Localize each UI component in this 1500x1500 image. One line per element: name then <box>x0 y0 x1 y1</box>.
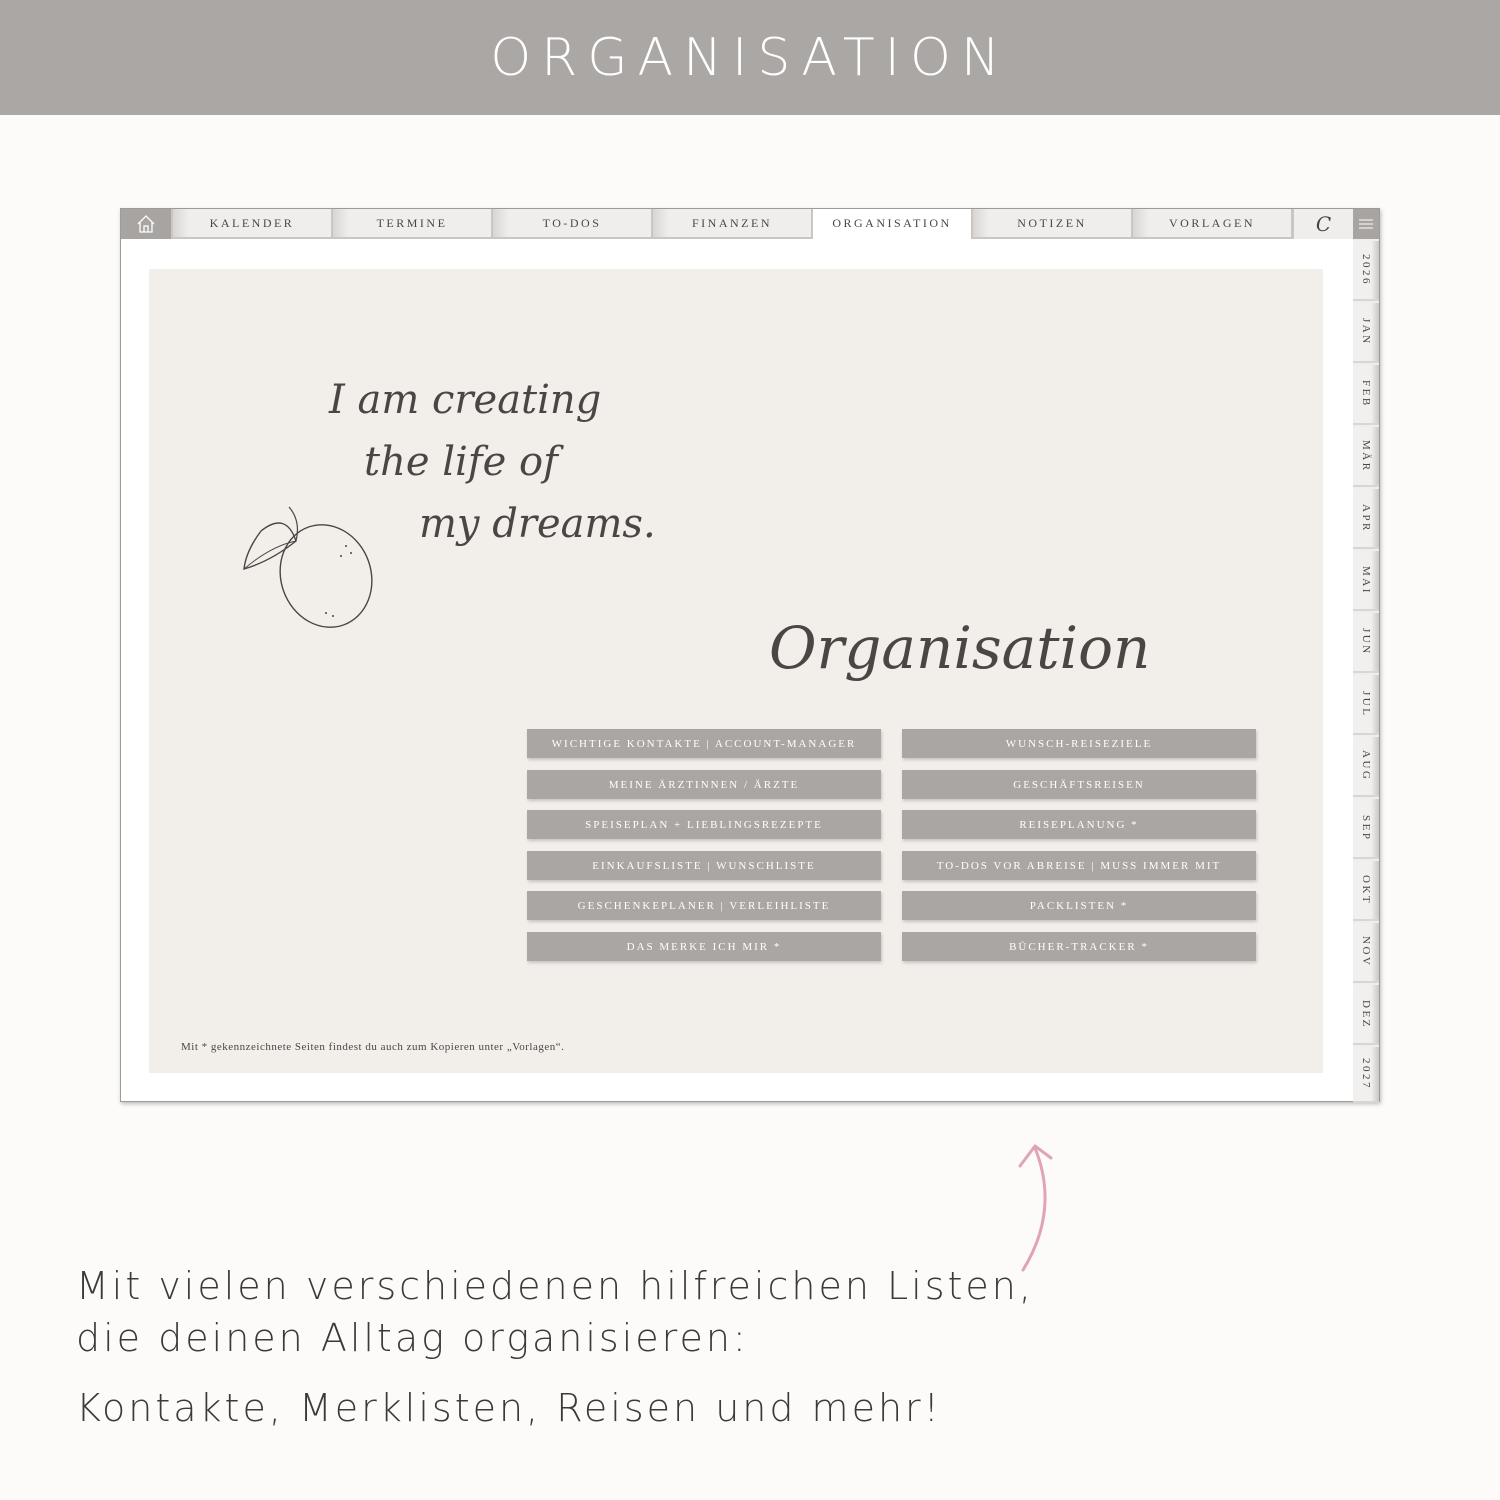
footnote: Mit * gekennzeichnete Seiten findest du … <box>181 1041 565 1053</box>
tab-organisation[interactable]: ORGANISATION <box>813 209 971 239</box>
button-buecher-tracker[interactable]: BÜCHER-TRACKER * <box>902 932 1256 961</box>
button-reiseziele[interactable]: WUNSCH-REISEZIELE <box>902 729 1256 758</box>
tab-vorlagen[interactable]: VORLAGEN <box>1133 209 1291 239</box>
button-todos-abreise[interactable]: TO-DOS VOR ABREISE | MUSS IMMER MIT <box>902 851 1256 880</box>
quote-line: I am creating <box>329 377 602 423</box>
side-tab-aug[interactable]: AUG <box>1353 737 1379 797</box>
button-speiseplan[interactable]: SPEISEPLAN + LIEBLINGSREZEPTE <box>527 810 881 839</box>
planner-screen: KALENDER TERMINE TO-DOS FINANZEN ORGANIS… <box>120 208 1380 1103</box>
button-geschaeftsreisen[interactable]: GESCHÄFTSREISEN <box>902 770 1256 799</box>
tab-finanzen[interactable]: FINANZEN <box>653 209 811 239</box>
hamburger-menu-icon <box>1359 219 1373 229</box>
side-tab-label: OKT <box>1360 874 1372 906</box>
side-tab-label: MAI <box>1360 565 1372 595</box>
side-tab-feb[interactable]: FEB <box>1353 365 1379 425</box>
tab-todos[interactable]: TO-DOS <box>493 209 651 239</box>
section-title: Organisation <box>769 614 1151 682</box>
banner-title: ORGANISATION <box>490 27 1010 88</box>
top-banner: ORGANISATION <box>0 0 1500 115</box>
side-tab-label: SEP <box>1360 814 1372 842</box>
caption-line-1: Mit vielen verschiedenen hilfreichen Lis… <box>76 1264 1034 1308</box>
side-tab-label: DEZ <box>1360 999 1372 1029</box>
lemon-illustration <box>243 506 373 628</box>
button-einkaufsliste[interactable]: EINKAUFSLISTE | WUNSCHLISTE <box>527 851 881 880</box>
button-merke-ich-mir[interactable]: DAS MERKE ICH MIR * <box>527 932 881 961</box>
side-tab-apr[interactable]: APR <box>1353 489 1379 549</box>
side-tab-label: JUN <box>1360 628 1372 656</box>
side-tab-jan[interactable]: JAN <box>1353 303 1379 363</box>
quote-line: the life of <box>364 439 558 485</box>
menu-tab[interactable] <box>1353 209 1379 239</box>
side-tab-label: NOV <box>1360 936 1372 968</box>
top-tab-bar: KALENDER TERMINE TO-DOS FINANZEN ORGANIS… <box>121 209 1353 239</box>
tab-termine[interactable]: TERMINE <box>333 209 491 239</box>
side-tab-label: 2026 <box>1360 254 1372 286</box>
side-tab-label: 2027 <box>1360 1058 1372 1090</box>
button-packlisten[interactable]: PACKLISTEN * <box>902 891 1256 920</box>
home-icon <box>137 215 155 233</box>
side-tab-label: JUL <box>1360 690 1372 718</box>
logo-tab[interactable]: C <box>1294 209 1353 239</box>
side-tab-bar: 2026 JAN FEB MÄR APR MAI JUN JUL AUG SEP… <box>1353 209 1379 1103</box>
side-tab-dez[interactable]: DEZ <box>1353 985 1379 1045</box>
button-kontakte[interactable]: WICHTIGE KONTAKTE | ACCOUNT-MANAGER <box>527 729 881 758</box>
logo-letter: C <box>1315 212 1332 236</box>
caption-line-2: die deinen Alltag organisieren: <box>76 1316 749 1360</box>
tab-kalender[interactable]: KALENDER <box>173 209 331 239</box>
home-tab[interactable] <box>121 209 171 239</box>
curved-arrow-icon <box>1018 1144 1053 1272</box>
button-reiseplanung[interactable]: REISEPLANUNG * <box>902 810 1256 839</box>
side-tab-2026[interactable]: 2026 <box>1353 241 1379 301</box>
side-tab-label: AUG <box>1360 750 1372 782</box>
side-tab-mai[interactable]: MAI <box>1353 551 1379 611</box>
side-tab-jun[interactable]: JUN <box>1353 613 1379 673</box>
side-tab-label: FEB <box>1360 380 1372 408</box>
content-area: I am creating the life of my dreams. Org… <box>149 269 1323 1073</box>
button-geschenkeplaner[interactable]: GESCHENKEPLANER | VERLEIHLISTE <box>527 891 881 920</box>
side-tab-sep[interactable]: SEP <box>1353 799 1379 859</box>
side-tab-nov[interactable]: NOV <box>1353 923 1379 983</box>
side-tab-maer[interactable]: MÄR <box>1353 427 1379 487</box>
side-tab-label: APR <box>1360 503 1372 533</box>
side-tab-jul[interactable]: JUL <box>1353 675 1379 735</box>
side-tab-2027[interactable]: 2027 <box>1353 1047 1379 1103</box>
button-aerzte[interactable]: MEINE ÄRZTINNEN / ÄRZTE <box>527 770 881 799</box>
caption-line-3: Kontakte, Merklisten, Reisen und mehr! <box>76 1386 942 1430</box>
side-tab-label: JAN <box>1360 318 1372 346</box>
side-tab-okt[interactable]: OKT <box>1353 861 1379 921</box>
side-tab-label: MÄR <box>1360 439 1372 473</box>
tab-notizen[interactable]: NOTIZEN <box>973 209 1131 239</box>
